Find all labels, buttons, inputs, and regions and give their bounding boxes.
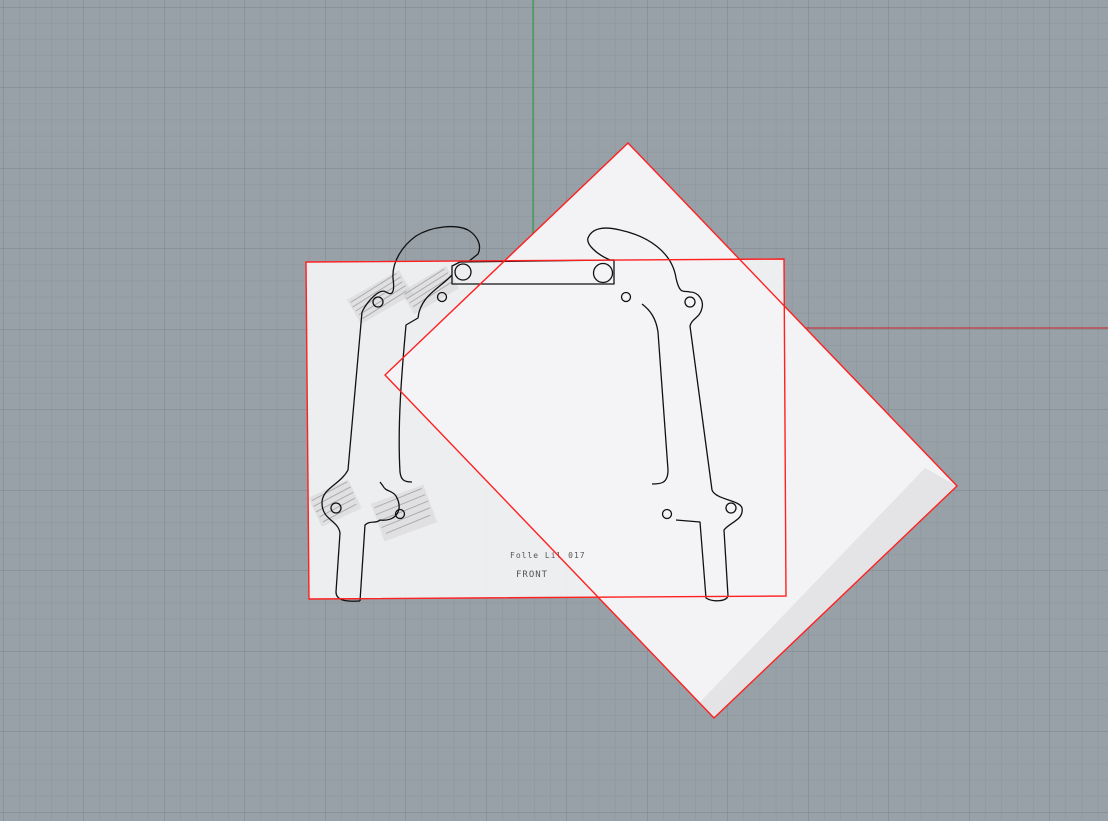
rhino-viewport-top[interactable]: Folle Lil 017 FRONT [0, 0, 1108, 821]
note-part-label: Folle Lil 017 [510, 551, 586, 560]
viewport-canvas[interactable]: Folle Lil 017 FRONT [0, 0, 1108, 821]
note-front-label: FRONT [516, 570, 548, 580]
scan-front-image[interactable]: Folle Lil 017 FRONT [306, 225, 786, 602]
